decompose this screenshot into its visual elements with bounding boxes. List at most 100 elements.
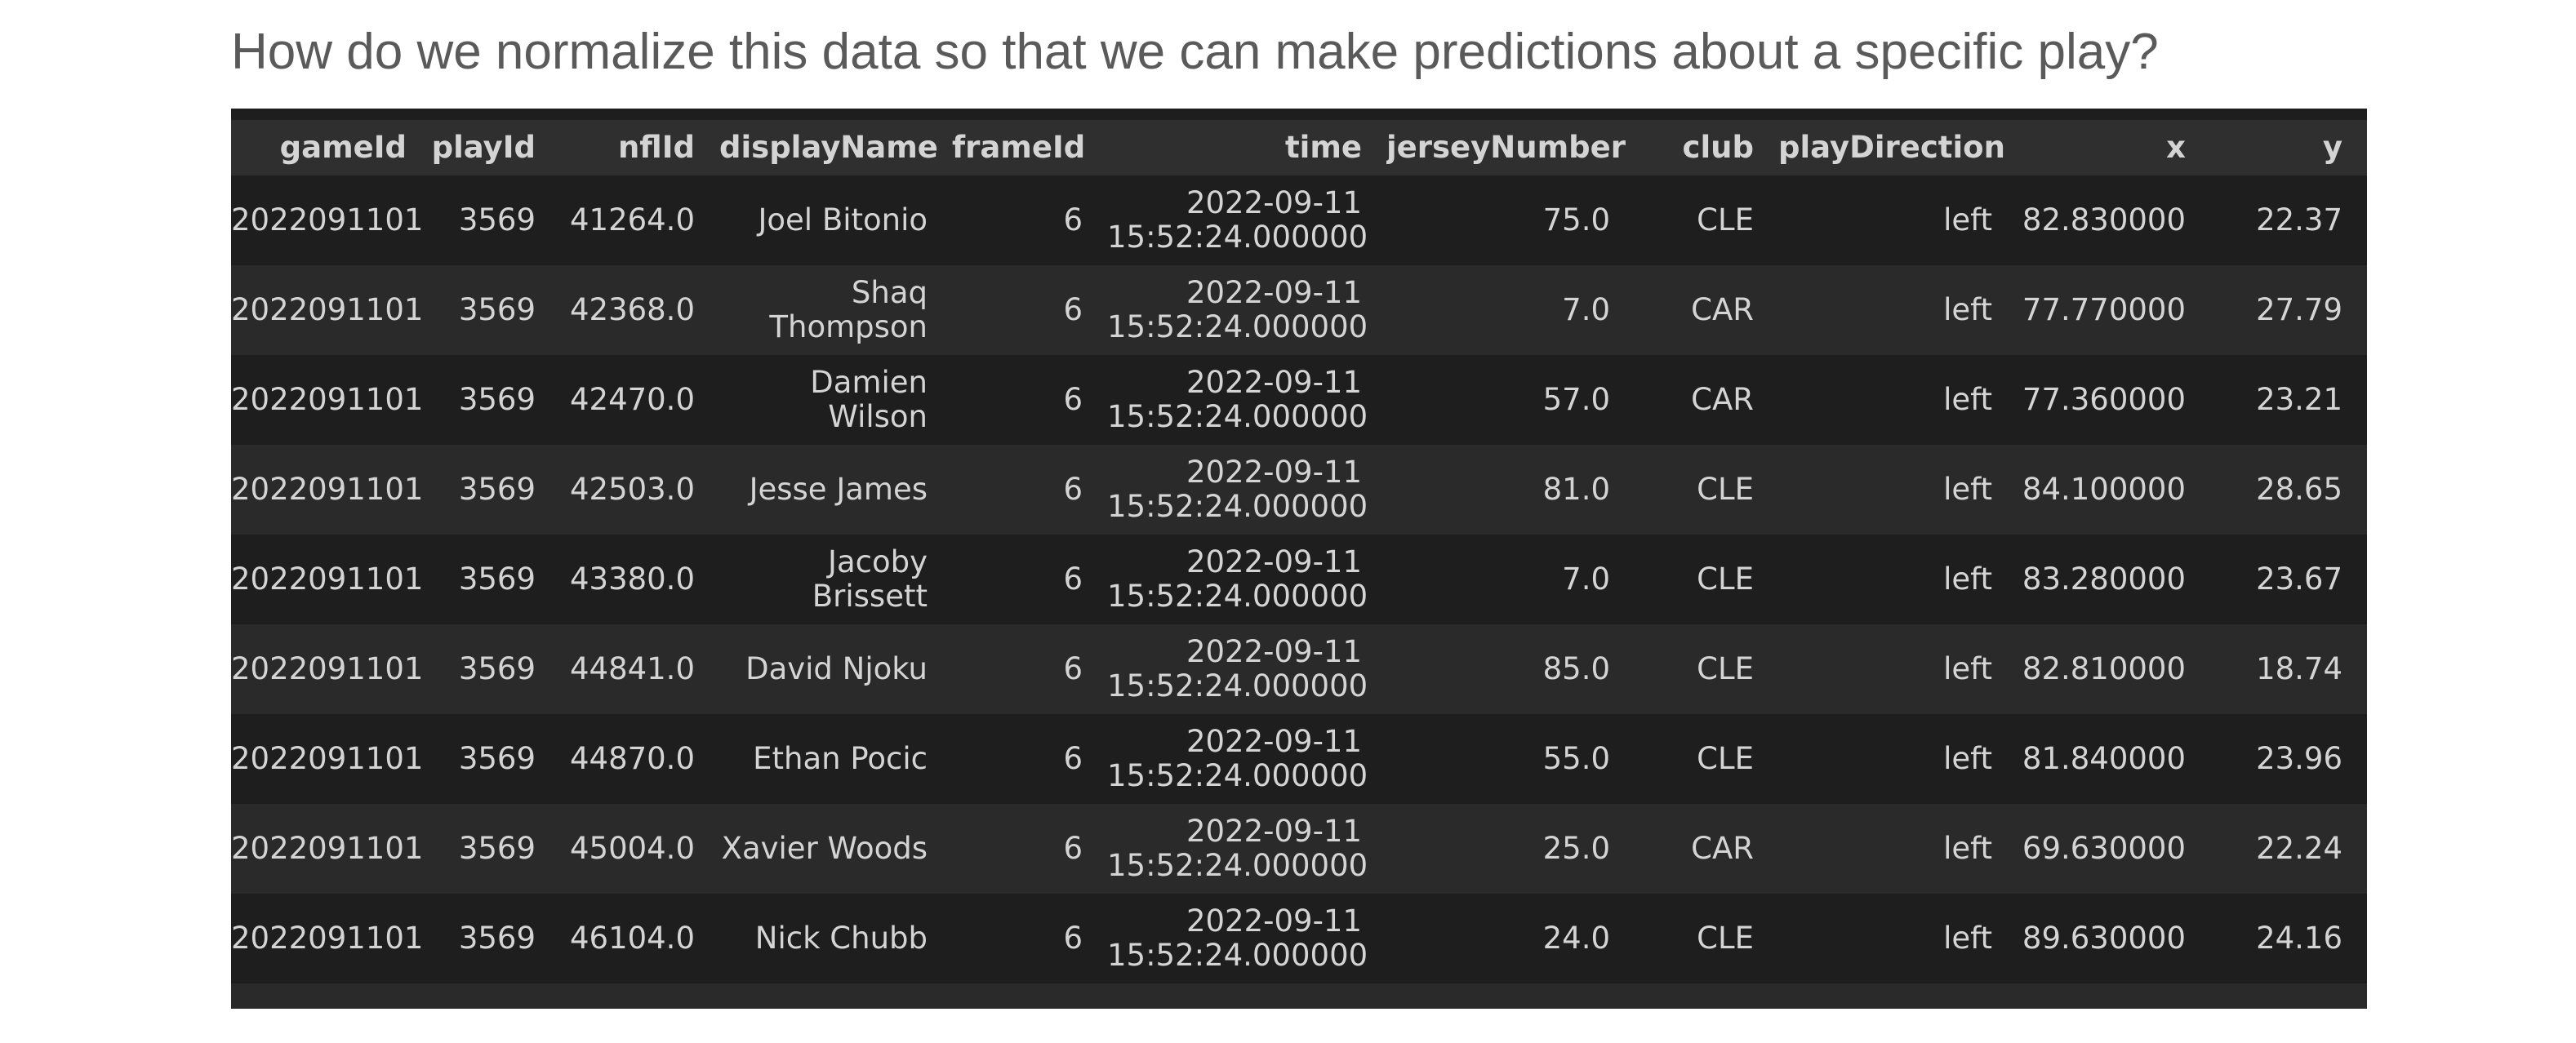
cell-jerseyNumber: 85.0 <box>1386 624 1635 714</box>
cell-nflId: 46104.0 <box>560 894 719 983</box>
dataframe-output[interactable]: gameId playId nflId displayName frameId time j… <box>231 109 2367 1009</box>
cell-jerseyNumber: 57.0 <box>1386 355 1635 445</box>
table-header: gameId playId nflId displayName frameId time j… <box>231 120 2367 175</box>
cell-frameId: 6 <box>952 175 1107 265</box>
cell-nflId: 42368.0 <box>560 265 719 355</box>
cell-gameId: 2022091101 <box>231 175 431 265</box>
cell-jerseyNumber: 24.0 <box>1386 894 1635 983</box>
cell-nflId: 42470.0 <box>560 355 719 445</box>
cell-displayName: Ethan Pocic <box>719 714 952 804</box>
cell-time-line: 2022-09-11 <box>1186 634 1362 669</box>
cell-club: CLE <box>1635 894 1778 983</box>
table-header-row: gameId playId nflId displayName frameId time j… <box>231 120 2367 175</box>
cell-frameId: 6 <box>952 714 1107 804</box>
cell-nflId: 45004.0 <box>560 804 719 894</box>
cell-jerseyNumber: 75.0 <box>1386 175 1635 265</box>
cell-time-line: 2022-09-11 <box>1186 365 1362 400</box>
cell-frameId <box>952 983 1107 1009</box>
cell-frameId: 6 <box>952 804 1107 894</box>
cell-club: CLE <box>1635 714 1778 804</box>
cell-y <box>2210 983 2367 1009</box>
cell-gameId: 2022091101 <box>231 894 431 983</box>
cell-gameId: 2022091101 <box>231 445 431 535</box>
cell-playDirection: left <box>1778 624 2017 714</box>
cell-displayName-line: Joel Bitonio <box>758 202 928 237</box>
table-row: 2022091101 3569 45004.0 Xavier Woods 6 2022-0… <box>231 804 2367 894</box>
cell-frameId: 6 <box>952 894 1107 983</box>
cell-club: CAR <box>1635 804 1778 894</box>
cell-x: 84.100000 <box>2017 445 2210 535</box>
cell-x: 77.770000 <box>2017 265 2210 355</box>
cell-time-line: 2022-09-11 <box>1186 455 1362 490</box>
cell-playId: 3569 <box>431 804 560 894</box>
cell-displayName-line: Jesse James <box>749 472 928 507</box>
cell-displayName-line: Xavier Woods <box>721 831 928 866</box>
cell-time: 2022-09-11 15:52:24.000000 <box>1107 265 1386 355</box>
column-header-playId: playId <box>431 120 560 175</box>
cell-displayName-line: Ethan Pocic <box>753 741 928 776</box>
cell-time-line: 15:52:24.000000 <box>1107 668 1368 703</box>
cell-time: 2022-09-11 15:52:24.000000 <box>1107 894 1386 983</box>
cell-displayName: Shaq Thompson <box>719 265 952 355</box>
cell-time-line: 2022-09-11 <box>1186 814 1362 849</box>
cell-y: 23.67 <box>2210 535 2367 624</box>
cell-time-line: 2022-09-11 <box>1186 903 1362 939</box>
cell-x: 82.830000 <box>2017 175 2210 265</box>
cell-time-line: 15:52:24.000000 <box>1107 220 1368 255</box>
cell-x <box>2017 983 2210 1009</box>
cell-x: 83.280000 <box>2017 535 2210 624</box>
cell-displayName: Xavier Woods <box>719 804 952 894</box>
cell-jerseyNumber <box>1386 983 1635 1009</box>
cell-club: CLE <box>1635 175 1778 265</box>
cell-playDirection: left <box>1778 265 2017 355</box>
cell-gameId: 2022091101 <box>231 804 431 894</box>
cell-jerseyNumber: 25.0 <box>1386 804 1635 894</box>
cell-frameId: 6 <box>952 355 1107 445</box>
cell-y: 23.96 <box>2210 714 2367 804</box>
table-row: 2022091101 3569 44841.0 David Njoku 6 2022-09… <box>231 624 2367 714</box>
cell-x: 82.810000 <box>2017 624 2210 714</box>
column-header-club: club <box>1635 120 1778 175</box>
column-header-gameId: gameId <box>231 120 431 175</box>
cell-y: 23.21 <box>2210 355 2367 445</box>
cell-playDirection: left <box>1778 355 2017 445</box>
table-row: 2022091101 3569 42503.0 Jesse James 6 2022-09… <box>231 445 2367 535</box>
cell-time-line: 2022-09-11 <box>1186 275 1362 310</box>
cell-time: 2022-09-11 15:52:24.000000 <box>1107 804 1386 894</box>
column-header-y: y <box>2210 120 2367 175</box>
cell-x: 69.630000 <box>2017 804 2210 894</box>
cell-time-line: 15:52:24.000000 <box>1107 309 1368 344</box>
cell-gameId: 2022091101 <box>231 355 431 445</box>
cell-gameId: 2022091101 <box>231 714 431 804</box>
table-body: 2022091101 3569 41264.0 Joel Bitonio 6 2022-0… <box>231 175 2367 1009</box>
table-row: 2022091101 3569 46104.0 Nick Chubb 6 2022-09-… <box>231 894 2367 983</box>
cell-time-line: 15:52:24.000000 <box>1107 579 1368 614</box>
cell-displayName-line: Jacoby <box>828 544 928 579</box>
cell-nflId: 44870.0 <box>560 714 719 804</box>
cell-gameId: 2022091101 <box>231 535 431 624</box>
table-row: Dante 2022-09-11 <box>231 983 2367 1009</box>
cell-y: 22.24 <box>2210 804 2367 894</box>
cell-time-line: 2022-09-11 <box>1186 724 1362 759</box>
cell-nflId: 42503.0 <box>560 445 719 535</box>
column-header-playDirection: playDirection <box>1778 120 2017 175</box>
cell-club: CLE <box>1635 624 1778 714</box>
column-header-displayName: displayName <box>719 120 952 175</box>
cell-displayName-line: Brissett <box>812 579 928 614</box>
cell-gameId: 2022091101 <box>231 265 431 355</box>
cell-gameId <box>231 983 431 1009</box>
cell-time: 2022-09-11 15:52:24.000000 <box>1107 624 1386 714</box>
cell-playDirection <box>1778 983 2017 1009</box>
cell-time: 2022-09-11 15:52:24.000000 <box>1107 535 1386 624</box>
cell-time: 2022-09-11 15:52:24.000000 <box>1107 175 1386 265</box>
cell-playId: 3569 <box>431 445 560 535</box>
cell-y: 18.74 <box>2210 624 2367 714</box>
cell-time: 2022-09-11 15:52:24.000000 <box>1107 714 1386 804</box>
cell-frameId: 6 <box>952 624 1107 714</box>
cell-frameId: 6 <box>952 445 1107 535</box>
cell-jerseyNumber: 81.0 <box>1386 445 1635 535</box>
table-row: 2022091101 3569 43380.0 Jacoby Brissett 6 2022… <box>231 535 2367 624</box>
cell-displayName: Damien Wilson <box>719 355 952 445</box>
column-header-x: x <box>2017 120 2210 175</box>
cell-jerseyNumber: 7.0 <box>1386 265 1635 355</box>
